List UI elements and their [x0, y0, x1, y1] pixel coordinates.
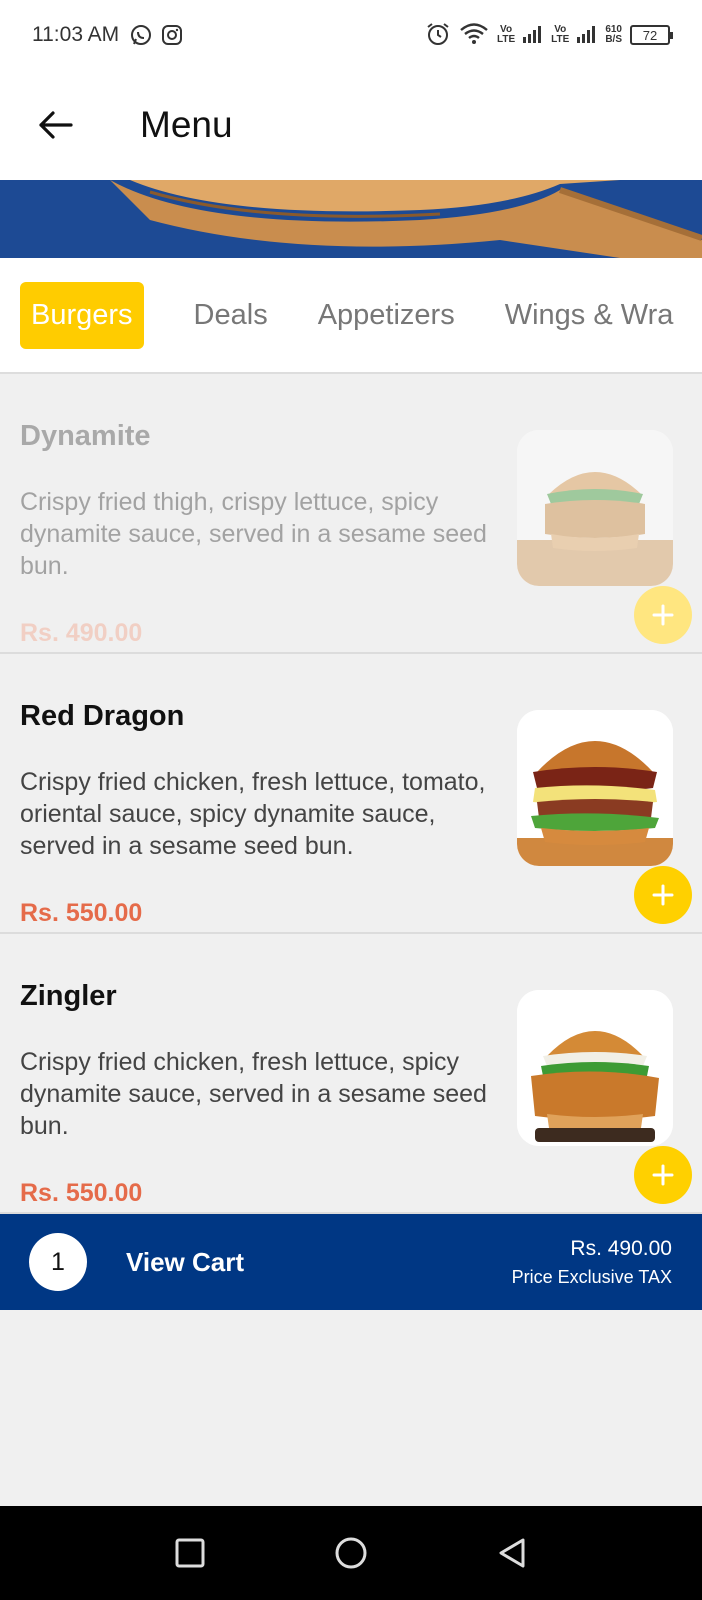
view-cart-bar[interactable]: 1 View Cart Rs. 490.00 Price Exclusive T… — [0, 1214, 702, 1310]
whatsapp-icon — [129, 23, 153, 47]
page-title: Menu — [140, 104, 233, 145]
menu-list: Dynamite Crispy fried thigh, crispy lett… — [0, 374, 702, 1214]
item-description: Crispy fried chicken, fresh lettuce, tom… — [20, 768, 486, 860]
status-time: 11:03 AM — [32, 23, 120, 46]
signal-icon — [577, 25, 597, 46]
alarm-icon — [425, 21, 451, 50]
tax-note: Price Exclusive TAX — [511, 1266, 672, 1287]
plus-icon — [652, 1164, 674, 1186]
sim2-network-label: Vo LTE — [551, 24, 570, 45]
back-button[interactable] — [25, 95, 85, 155]
system-nav-bar — [0, 1506, 702, 1600]
menu-item-zingler[interactable]: Zingler Crispy fried chicken, fresh lett… — [0, 934, 702, 1214]
square-icon — [175, 1538, 205, 1568]
item-name: Dynamite — [20, 420, 151, 452]
view-cart-label: View Cart — [126, 1246, 245, 1277]
item-name: Zingler — [20, 980, 117, 1012]
arrow-left-icon — [39, 111, 73, 139]
recents-button[interactable] — [160, 1523, 220, 1583]
add-to-cart-button[interactable] — [634, 866, 692, 924]
network-speed: 610 B/S — [605, 24, 622, 45]
sim1-network-label: Vo LTE — [497, 24, 516, 45]
item-price: Rs. 550.00 — [20, 1179, 143, 1207]
tab-wings-wraps[interactable]: Wings & Wra — [505, 299, 674, 332]
app-bar: Menu — [0, 70, 702, 180]
circle-icon — [335, 1537, 367, 1569]
triangle-back-icon — [499, 1538, 525, 1568]
tab-burgers[interactable]: Burgers — [20, 281, 144, 349]
tab-deals[interactable]: Deals — [194, 299, 268, 332]
plus-icon — [652, 884, 674, 906]
cart-count-badge: 1 — [29, 1233, 87, 1291]
menu-item-dynamite[interactable]: Dynamite Crispy fried thigh, crispy lett… — [0, 374, 702, 654]
item-price: Rs. 490.00 — [20, 619, 143, 647]
item-image — [517, 710, 673, 866]
instagram-icon — [161, 24, 183, 46]
cart-total: Rs. 490.00 — [570, 1236, 672, 1260]
back-nav-button[interactable] — [482, 1523, 542, 1583]
status-indicators: Vo LTE Vo LTE 610 B/S 72 — [425, 21, 673, 50]
item-name: Red Dragon — [20, 700, 185, 732]
add-to-cart-button[interactable] — [634, 1146, 692, 1204]
item-description: Crispy fried thigh, crispy lettuce, spic… — [20, 488, 487, 580]
plus-icon — [652, 604, 674, 626]
menu-item-red-dragon[interactable]: Red Dragon Crispy fried chicken, fresh l… — [0, 654, 702, 934]
item-image — [517, 430, 673, 586]
status-bar: 11:03 AM Vo LTE Vo LTE 610 B/S 72 — [0, 0, 702, 70]
wifi-icon — [459, 22, 489, 49]
battery-icon: 72 — [630, 25, 673, 45]
cart-summary: Rs. 490.00 Price Exclusive TAX — [512, 1237, 672, 1288]
item-image — [517, 990, 673, 1146]
home-button[interactable] — [321, 1523, 381, 1583]
banner-image — [0, 180, 702, 258]
add-to-cart-button[interactable] — [634, 586, 692, 644]
item-description: Crispy fried chicken, fresh lettuce, spi… — [20, 1048, 487, 1140]
item-price: Rs. 550.00 — [20, 899, 143, 927]
category-tabs: Burgers Deals Appetizers Wings & Wra — [0, 258, 702, 374]
signal-icon — [523, 25, 543, 46]
tab-appetizers[interactable]: Appetizers — [318, 299, 455, 332]
